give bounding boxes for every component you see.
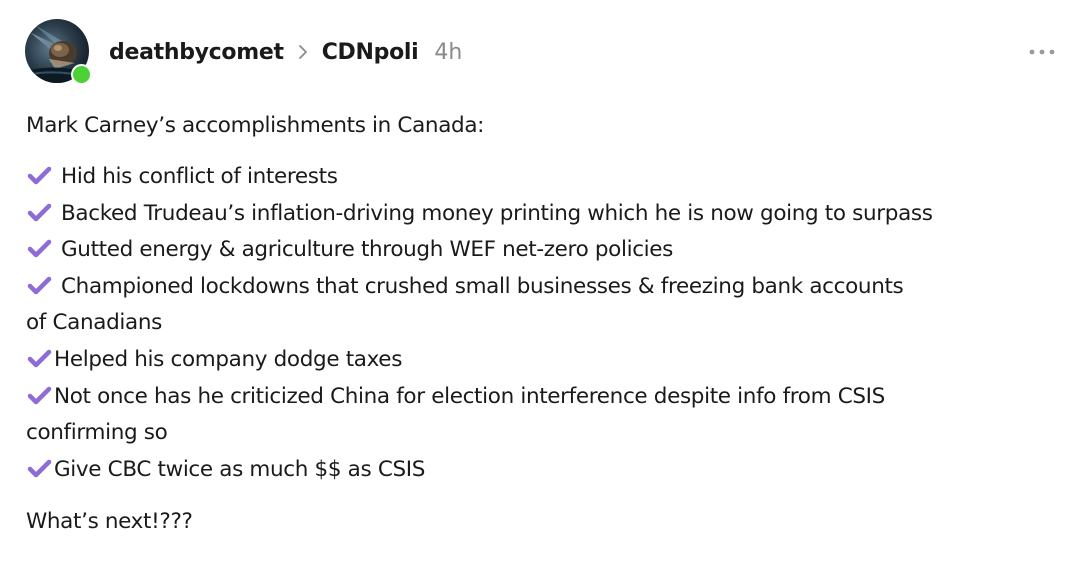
post-body: Mark Carney’s accomplishments in Canada:… xyxy=(26,108,1066,541)
list-item-text: Gutted energy & agriculture through WEF … xyxy=(61,237,674,263)
check-mark-icon xyxy=(27,349,52,368)
check-mark-icon xyxy=(27,239,52,258)
list-item: Helped his company dodge taxes xyxy=(26,342,1066,379)
list-item-continuation: of Canadians xyxy=(26,310,162,336)
avatar[interactable] xyxy=(25,19,92,85)
list-item: Not once has he criticized China for ele… xyxy=(26,379,1066,452)
post-timestamp: 4h xyxy=(434,39,463,65)
list-item-text: Helped his company dodge taxes xyxy=(54,346,403,372)
list-item: Hid his conflict of interests xyxy=(26,159,1066,196)
check-mark-icon xyxy=(27,203,52,221)
check-mark-icon xyxy=(27,459,52,477)
check-mark-icon xyxy=(27,276,52,295)
post-card: deathbycomet CDNpoli 4h Mark Carney’s ac… xyxy=(0,0,1082,562)
post-intro: Mark Carney’s accomplishments in Canada: xyxy=(26,113,485,138)
list-item-text: Backed Trudeau’s inflation-driving money… xyxy=(61,200,933,226)
list-item-text: Not once has he criticized China for ele… xyxy=(54,383,885,409)
author-name[interactable]: deathbycomet xyxy=(109,40,284,65)
list-item-text: Championed lockdowns that crushed small … xyxy=(61,273,904,299)
list-item: Gutted energy & agriculture through WEF … xyxy=(26,232,1066,269)
online-status-dot xyxy=(71,64,92,85)
post-header: deathbycomet CDNpoli 4h xyxy=(109,35,462,69)
post-outro: What’s next!??? xyxy=(26,509,193,535)
list-item-continuation: confirming so xyxy=(26,420,168,446)
more-options-icon[interactable] xyxy=(1027,41,1057,63)
list-item-text: Give CBC twice as much $$ as CSIS xyxy=(54,456,426,482)
chevron-right-icon xyxy=(284,35,322,69)
list-item: Championed lockdowns that crushed small … xyxy=(26,269,1066,342)
check-mark-icon xyxy=(27,166,52,185)
list-item: Backed Trudeau’s inflation-driving money… xyxy=(26,196,1066,233)
list-item-text: Hid his conflict of interests xyxy=(61,164,338,189)
accomplishments-list: Hid his conflict of interests Backed Tru… xyxy=(26,159,1066,488)
list-item: Give CBC twice as much $$ as CSIS xyxy=(26,452,1066,489)
community-name[interactable]: CDNpoli xyxy=(322,40,419,65)
check-mark-icon xyxy=(27,386,52,404)
